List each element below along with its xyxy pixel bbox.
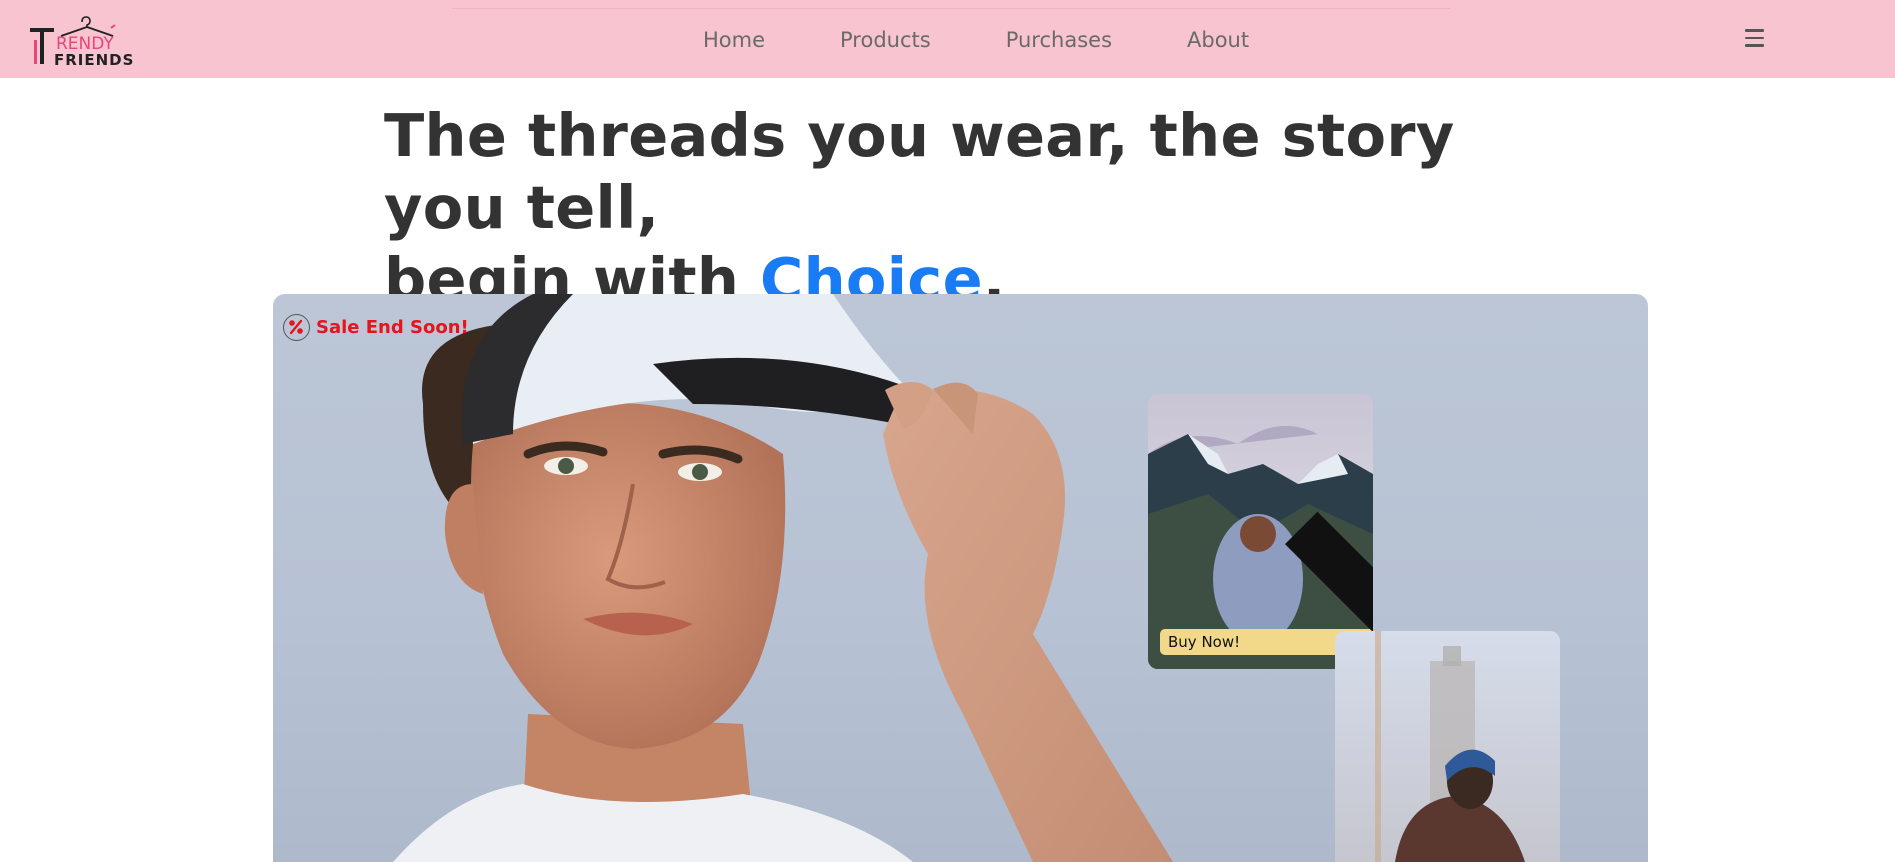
hero-headline: The threads you wear, the story you tell… xyxy=(384,100,1584,316)
product-card-mountain[interactable]: Buy Now! xyxy=(1148,394,1373,669)
navbar: RENDY FRIENDS Home Products Purchases Ab… xyxy=(0,0,1895,78)
headline-line1: The threads you wear, the story you tell… xyxy=(384,101,1455,242)
nav-item-purchases[interactable]: Purchases xyxy=(1006,25,1112,55)
city-portrait-image xyxy=(1335,631,1560,862)
logo-text-friends: FRIENDS xyxy=(54,51,134,68)
navbar-divider xyxy=(452,8,1450,9)
nav-item-about[interactable]: About xyxy=(1187,25,1249,55)
buy-now-label: Buy Now! xyxy=(1168,633,1241,651)
brand-logo[interactable]: RENDY FRIENDS xyxy=(27,10,147,68)
product-card-city[interactable] xyxy=(1335,631,1560,862)
sale-text: Sale End Soon! xyxy=(316,317,469,338)
main-nav: Home Products Purchases About xyxy=(703,25,1249,55)
hero-banner: Sale End Soon! Buy Now! xyxy=(273,294,1648,862)
nav-item-products[interactable]: Products xyxy=(840,25,931,55)
nav-item-home[interactable]: Home xyxy=(703,25,765,55)
percent-icon xyxy=(283,314,310,341)
trendy-friends-logo-icon: RENDY FRIENDS xyxy=(30,16,134,68)
sale-badge: Sale End Soon! xyxy=(283,314,469,341)
hamburger-menu-icon[interactable] xyxy=(1745,29,1765,51)
